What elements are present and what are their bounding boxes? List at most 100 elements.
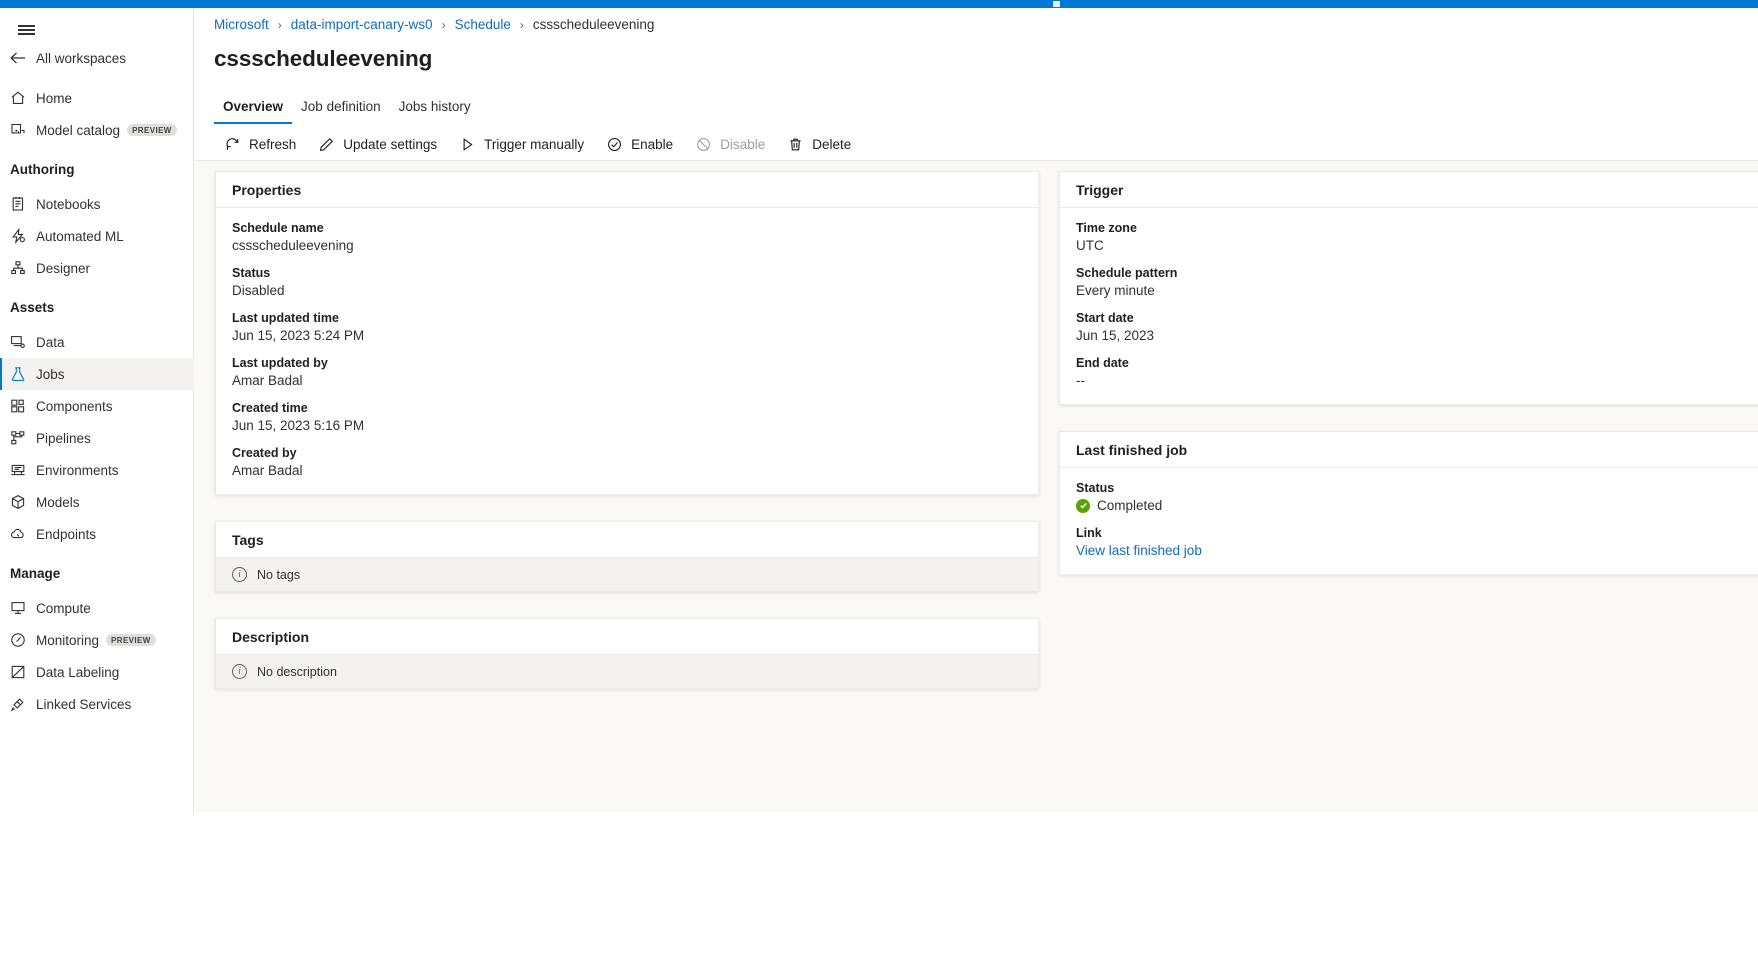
sidebar-group-manage: Manage [0,566,194,581]
sidebar: All workspaces Home [0,8,194,812]
home-icon [0,90,36,106]
sidebar-item-model-catalog[interactable]: Model catalog PREVIEW [0,114,194,146]
sidebar-item-environments[interactable]: Environments [0,454,194,486]
pipelines-icon [0,430,36,446]
tab-overview[interactable]: Overview [214,99,292,124]
sidebar-item-designer[interactable]: Designer [0,252,194,284]
field-value: Jun 15, 2023 5:24 PM [232,328,1022,343]
update-settings-label: Update settings [343,137,437,152]
trigger-card-body: Time zone UTC Schedule pattern Every min… [1060,208,1758,404]
left-column: Properties Schedule name cssscheduleeven… [215,171,1039,715]
field-status: Status Disabled [232,266,1022,298]
sidebar-item-home[interactable]: Home [0,82,194,114]
right-column: Trigger Time zone UTC Schedule pattern E… [1059,171,1758,601]
sidebar-item-notebooks[interactable]: Notebooks [0,188,194,220]
field-value: Disabled [232,283,1022,298]
sidebar-item-label: Linked Services [36,697,131,712]
sidebar-item-label: Monitoring [36,633,99,648]
info-icon: i [232,567,247,582]
sidebar-item-label: Compute [36,601,91,616]
tab-bar: Overview Job definition Jobs history [214,90,480,124]
compute-monitor-icon [0,600,36,616]
sidebar-item-label: Automated ML [36,229,124,244]
linked-services-icon [0,696,36,712]
field-end-date: End date -- [1076,356,1758,388]
tab-jobs-history[interactable]: Jobs history [390,99,480,124]
back-arrow-icon [0,51,36,65]
sidebar-item-pipelines[interactable]: Pipelines [0,422,194,454]
notebook-icon [0,196,36,212]
check-circle-icon [606,136,623,153]
field-label: End date [1076,356,1758,370]
update-settings-button[interactable]: Update settings [308,128,447,160]
refresh-button[interactable]: Refresh [214,128,306,160]
delete-label: Delete [812,137,851,152]
field-label: Status [1076,481,1758,495]
info-icon: i [232,664,247,679]
trigger-manually-button[interactable]: Trigger manually [449,128,594,160]
designer-icon [0,260,36,276]
field-schedule-name: Schedule name cssscheduleevening [232,221,1022,253]
enable-button[interactable]: Enable [596,128,683,160]
sidebar-item-components[interactable]: Components [0,390,194,422]
data-icon [0,334,36,350]
sidebar-item-endpoints[interactable]: Endpoints [0,518,194,550]
breadcrumb-item-microsoft[interactable]: Microsoft [214,17,269,32]
model-catalog-icon [0,122,36,138]
enable-label: Enable [631,137,673,152]
tags-card-title: Tags [216,522,1038,558]
last-finished-job-card-body: Status Completed Link [1060,468,1758,574]
sidebar-item-models[interactable]: Models [0,486,194,518]
sidebar-item-compute[interactable]: Compute [0,592,194,624]
trash-icon [787,136,804,153]
breadcrumb-separator-icon: › [278,18,282,32]
tab-job-definition[interactable]: Job definition [292,99,390,124]
field-label: Status [232,266,1022,280]
field-value: Jun 15, 2023 5:16 PM [232,418,1022,433]
field-label: Created time [232,401,1022,415]
all-workspaces-link[interactable]: All workspaces [0,42,194,74]
breadcrumb-item-workspace[interactable]: data-import-canary-ws0 [291,17,433,32]
block-circle-icon [695,136,712,153]
field-job-status: Status Completed [1076,481,1758,513]
endpoints-cloud-icon [0,526,36,542]
properties-card: Properties Schedule name cssscheduleeven… [215,171,1039,495]
page-title: cssscheduleevening [214,46,432,72]
field-label: Last updated time [232,311,1022,325]
field-value: Amar Badal [232,463,1022,478]
azure-ml-app: All workspaces Home [0,0,1758,812]
disable-button: Disable [685,128,775,160]
topbar-dot [1053,1,1060,7]
tags-empty-text: No tags [257,568,300,582]
sidebar-item-automated-ml[interactable]: Automated ML [0,220,194,252]
description-card: Description i No description [215,618,1039,689]
field-value: cssscheduleevening [232,238,1022,253]
field-label: Time zone [1076,221,1758,235]
sidebar-item-label: Pipelines [36,431,91,446]
sidebar-item-data[interactable]: Data [0,326,194,358]
field-value: Jun 15, 2023 [1076,328,1758,343]
view-last-finished-job-link[interactable]: View last finished job [1076,543,1202,558]
field-created-by: Created by Amar Badal [232,446,1022,478]
refresh-label: Refresh [249,137,296,152]
description-empty-row: i No description [216,655,1038,688]
sidebar-item-monitoring[interactable]: Monitoring PREVIEW [0,624,194,656]
sidebar-item-label: Notebooks [36,197,101,212]
delete-button[interactable]: Delete [777,128,861,160]
overview-panel: Properties Schedule name cssscheduleeven… [195,160,1758,812]
sidebar-item-label: Data Labeling [36,665,119,680]
command-bar: Refresh Update settings Trigger manually [195,126,1758,162]
sidebar-item-label: Endpoints [36,527,96,542]
field-label: Link [1076,526,1758,540]
field-last-updated-by: Last updated by Amar Badal [232,356,1022,388]
sidebar-group-assets: Assets [0,300,194,315]
play-triangle-icon [459,136,476,153]
sidebar-item-label: Environments [36,463,119,478]
field-value: Amar Badal [232,373,1022,388]
sidebar-item-label: Jobs [36,367,65,382]
sidebar-item-linked-services[interactable]: Linked Services [0,688,194,720]
sidebar-item-jobs[interactable]: Jobs [0,358,194,390]
description-empty-text: No description [257,665,337,679]
sidebar-item-data-labeling[interactable]: Data Labeling [0,656,194,688]
breadcrumb-item-schedule[interactable]: Schedule [455,17,511,32]
